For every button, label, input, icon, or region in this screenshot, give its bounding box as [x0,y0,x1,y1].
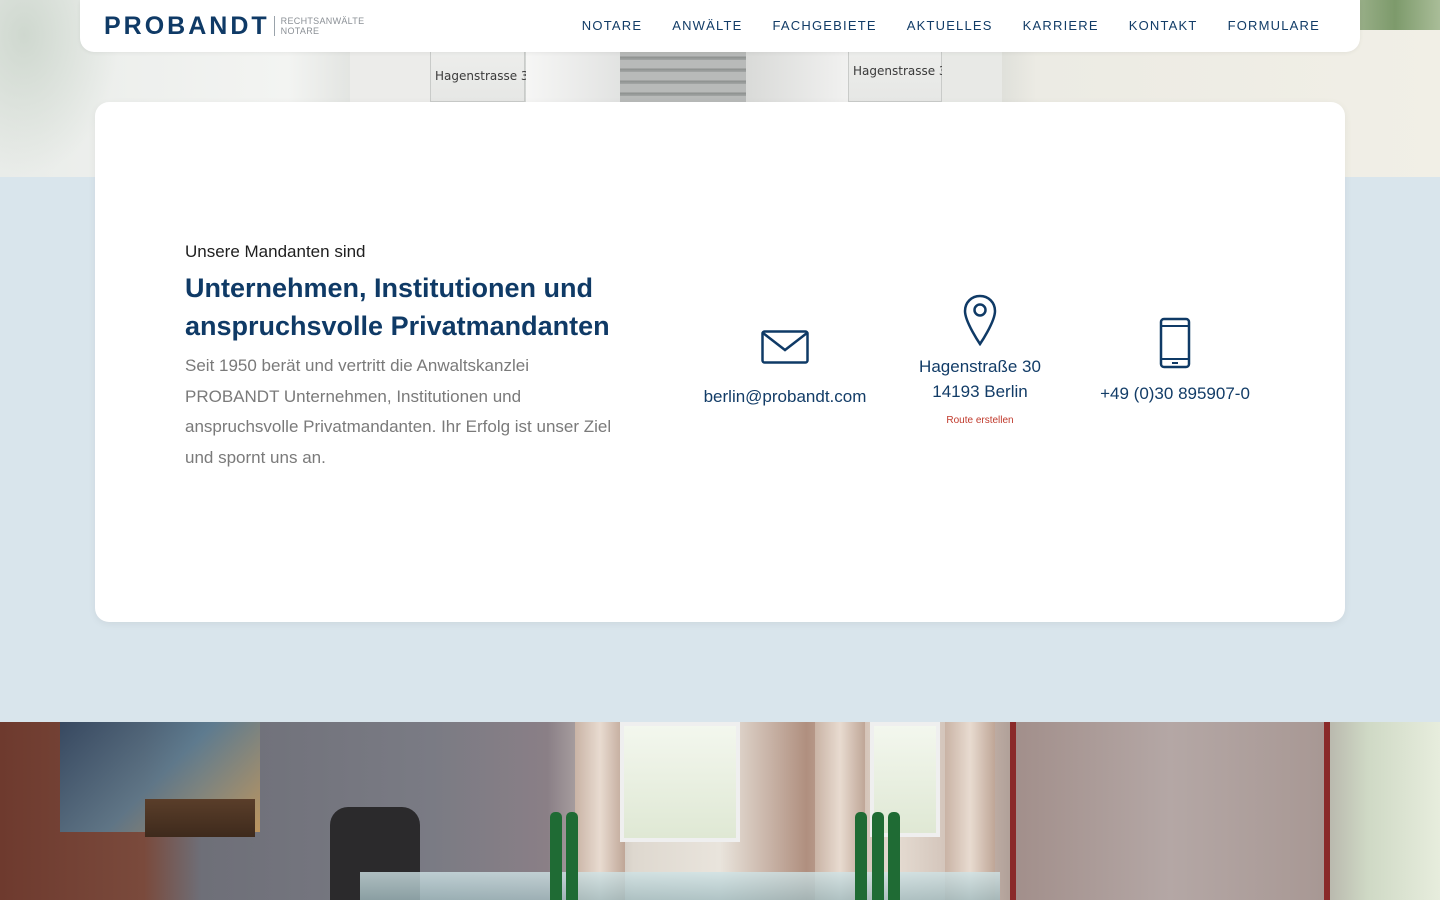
contact-phone: +49 (0)30 895907-0 [1090,317,1260,406]
logo-subtitle: RECHTSANWÄLTE NOTARE [280,16,365,36]
logo[interactable]: PROBANDT RECHTSANWÄLTE NOTARE [104,12,364,40]
phone-link[interactable]: +49 (0)30 895907-0 [1100,384,1250,403]
map-pin-icon [963,294,997,346]
address-line1: Hagenstraße 30 [919,357,1041,376]
nav-item-fachgebiete[interactable]: FACHGEBIETE [772,18,876,34]
logo-divider [273,16,275,36]
clients-card: Unsere Mandanten sind Unternehmen, Insti… [95,102,1345,622]
site-header: PROBANDT RECHTSANWÄLTE NOTARE NOTARE ANW… [80,0,1360,52]
email-link[interactable]: berlin@probandt.com [704,387,867,406]
logo-wordmark: PROBANDT [104,12,270,40]
intro-lead: Seit 1950 berät und vertritt die Anwalts… [185,356,612,467]
smartphone-icon [1159,317,1191,369]
main-nav: NOTARE ANWÄLTE FACHGEBIETE AKTUELLES KAR… [582,18,1320,34]
nav-item-anwaelte[interactable]: ANWÄLTE [672,18,742,34]
nav-item-aktuelles[interactable]: AKTUELLES [907,18,993,34]
intro-block: Unsere Mandanten sind Unternehmen, Insti… [185,242,625,473]
office-image [0,722,1440,900]
intro-kicker: Unsere Mandanten sind [185,242,366,261]
envelope-icon [761,330,809,364]
route-link[interactable]: Route erstellen [946,415,1013,426]
contact-address: Hagenstraße 30 14193 Berlin Route erstel… [900,294,1060,428]
nav-item-formulare[interactable]: FORMULARE [1228,18,1320,34]
nav-item-kontakt[interactable]: KONTAKT [1129,18,1198,34]
address-line2: 14193 Berlin [932,382,1028,401]
nav-item-karriere[interactable]: KARRIERE [1023,18,1099,34]
intro-headline: Unternehmen, Institutionen und anspruchs… [185,273,610,341]
contact-email: berlin@probandt.com [690,330,880,409]
nav-item-notare[interactable]: NOTARE [582,18,642,34]
